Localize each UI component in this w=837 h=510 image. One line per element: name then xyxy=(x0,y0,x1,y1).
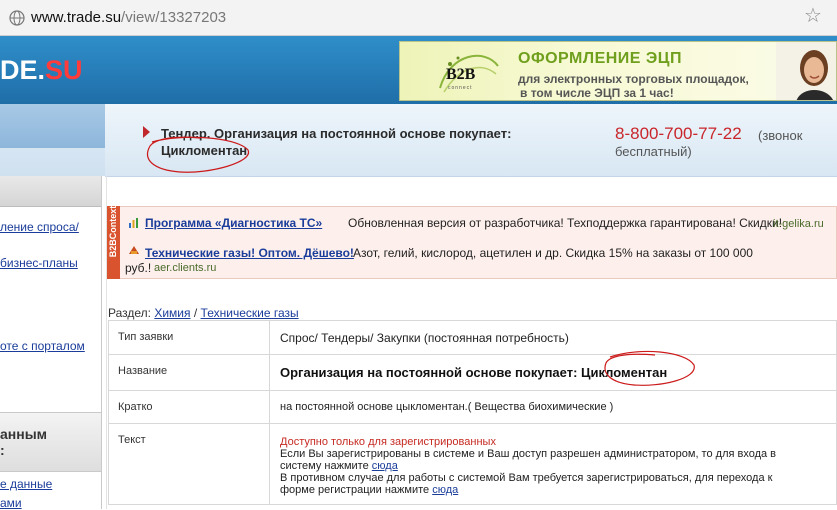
sidebar-header xyxy=(0,176,101,207)
row-value-name: Организация на постоянной основе покупае… xyxy=(269,354,837,391)
globe-icon xyxy=(9,10,25,26)
url-path: /view/13327203 xyxy=(121,9,227,26)
banner-brand: B2B xyxy=(446,66,476,83)
page-title-line1: Тендер. Организация на постоянной основе… xyxy=(161,126,512,141)
arrow-right-icon xyxy=(143,126,150,138)
table-row: Название Организация на постоянной основ… xyxy=(108,354,837,391)
ad-desc-gases-cont: руб.! xyxy=(125,261,152,275)
site-logo[interactable]: DE.SU xyxy=(0,55,83,86)
row-label-short: Кратко xyxy=(108,390,270,424)
row-value-text: Спрос/ Тендеры/ Закупки (постоянная потр… xyxy=(280,331,569,345)
context-ad-label: B2BContext xyxy=(108,205,118,258)
sidebar-section-title: анным xyxy=(0,426,48,442)
page-title: Тендер. Организация на постоянной основе… xyxy=(161,125,581,159)
logo-dot: . xyxy=(37,55,46,85)
banner-line2: в том числе ЭЦП за 1 час! xyxy=(520,86,674,100)
restricted-note: Доступно только для зарегистрированных xyxy=(280,436,496,448)
row-value-text: на постоянной основе цыкломентан.( Вещес… xyxy=(280,401,614,413)
address-bar[interactable]: www.trade.su/view/13327203 ☆ xyxy=(0,0,837,36)
sidebar-link-demand[interactable]: ление спроса/ xyxy=(0,220,79,234)
tender-info-table: Тип заявки Спрос/ Тендеры/ Закупки (пост… xyxy=(108,320,837,505)
table-row: Тип заявки Спрос/ Тендеры/ Закупки (пост… xyxy=(108,320,837,355)
row-label-text: Текст xyxy=(118,434,146,446)
breadcrumb-technical-gases[interactable]: Технические газы xyxy=(201,306,299,320)
sidebar-section-header xyxy=(0,412,101,472)
breadcrumb-chemistry[interactable]: Химия xyxy=(154,306,190,320)
row-label-text: Название xyxy=(118,365,168,377)
sidebar-link-portal[interactable]: оте с порталом xyxy=(0,339,85,353)
table-row: Текст Доступно только для зарегистрирова… xyxy=(108,423,837,505)
woman-photo-icon xyxy=(776,42,836,100)
banner-brand-sub: connect xyxy=(448,85,473,91)
star-icon[interactable]: ☆ xyxy=(804,6,822,26)
register-line1: В противном случае для работы с системой… xyxy=(280,472,773,484)
table-row: Кратко на постоянной основе цыкломентан.… xyxy=(108,390,837,424)
breadcrumb-separator: / xyxy=(193,306,198,320)
row-value-type: Спрос/ Тендеры/ Закупки (постоянная потр… xyxy=(269,320,837,355)
breadcrumb: Раздел: Химия / Технические газы xyxy=(108,306,299,320)
logo-su: SU xyxy=(45,55,83,85)
breadcrumb-label: Раздел: xyxy=(108,306,151,320)
sidebar-section-title-colon: : xyxy=(0,442,5,458)
row-label-text: Кратко xyxy=(118,401,153,413)
phone-note-line2: бесплатный) xyxy=(615,144,692,159)
ad-desc-diagnostics: Обновленная версия от разработчика! Техп… xyxy=(348,216,783,230)
login-line1: Если Вы зарегистрированы в системе и Ваш… xyxy=(280,448,777,460)
ad-domain-gases[interactable]: aer.clients.ru xyxy=(154,262,216,274)
logo-text: DE xyxy=(0,55,38,85)
register-line2: форме регистрации нажмите сюда xyxy=(280,484,836,496)
url-domain: www.trade.su xyxy=(31,9,122,26)
chart-icon xyxy=(129,218,138,228)
page-title-line2: Цикломентан xyxy=(161,143,248,158)
register-line2-text: форме регистрации нажмите xyxy=(280,484,430,496)
sidebar-link-data[interactable]: е данные xyxy=(0,477,52,491)
ad-link-gases[interactable]: Технические газы! Оптом. Дёшево! xyxy=(145,246,354,260)
phone-note-line1: (звонок xyxy=(758,128,803,143)
phone-number: 8-800-700-77-22 xyxy=(615,124,742,143)
row-value-short: на постоянной основе цыкломентан.( Вещес… xyxy=(269,390,837,424)
row-value-text: Доступно только для зарегистрированных Е… xyxy=(269,423,837,505)
register-link[interactable]: сюда xyxy=(432,484,458,496)
sidebar-top-band xyxy=(0,104,105,148)
ad-domain-diagnostics[interactable]: it-gelika.ru xyxy=(773,218,824,230)
row-label-text: Текст xyxy=(108,423,270,505)
login-line2-text: систему нажмите xyxy=(280,460,369,472)
ad-desc-gases: Азот, гелий, кислород, ацетилен и др. Ск… xyxy=(353,246,753,260)
row-value-text: Организация на постоянной основе покупае… xyxy=(280,365,668,380)
login-line2: систему нажмите сюда xyxy=(280,460,836,472)
b2b-banner[interactable]: B2B connect ОФОРМЛЕНИЕ ЭЦП для электронн… xyxy=(399,41,837,101)
login-link[interactable]: сюда xyxy=(372,460,398,472)
row-label-type: Тип заявки xyxy=(108,320,270,355)
gas-cylinder-icon xyxy=(129,246,139,254)
ad-link-diagnostics[interactable]: Программа «Диагностика ТС» xyxy=(145,216,322,230)
row-label-text: Тип заявки xyxy=(118,331,174,343)
text-cell: Доступно только для зарегистрированных Е… xyxy=(280,424,836,496)
sidebar-link-bottom[interactable]: ами xyxy=(0,496,22,510)
sidebar-link-business-plans[interactable]: бизнес-планы xyxy=(0,256,78,270)
row-label-name: Название xyxy=(108,354,270,391)
banner-line1: для электронных торговых площадок, xyxy=(518,72,749,86)
url-text[interactable]: www.trade.su/view/13327203 xyxy=(31,9,226,26)
banner-title: ОФОРМЛЕНИЕ ЭЦП xyxy=(518,50,682,67)
